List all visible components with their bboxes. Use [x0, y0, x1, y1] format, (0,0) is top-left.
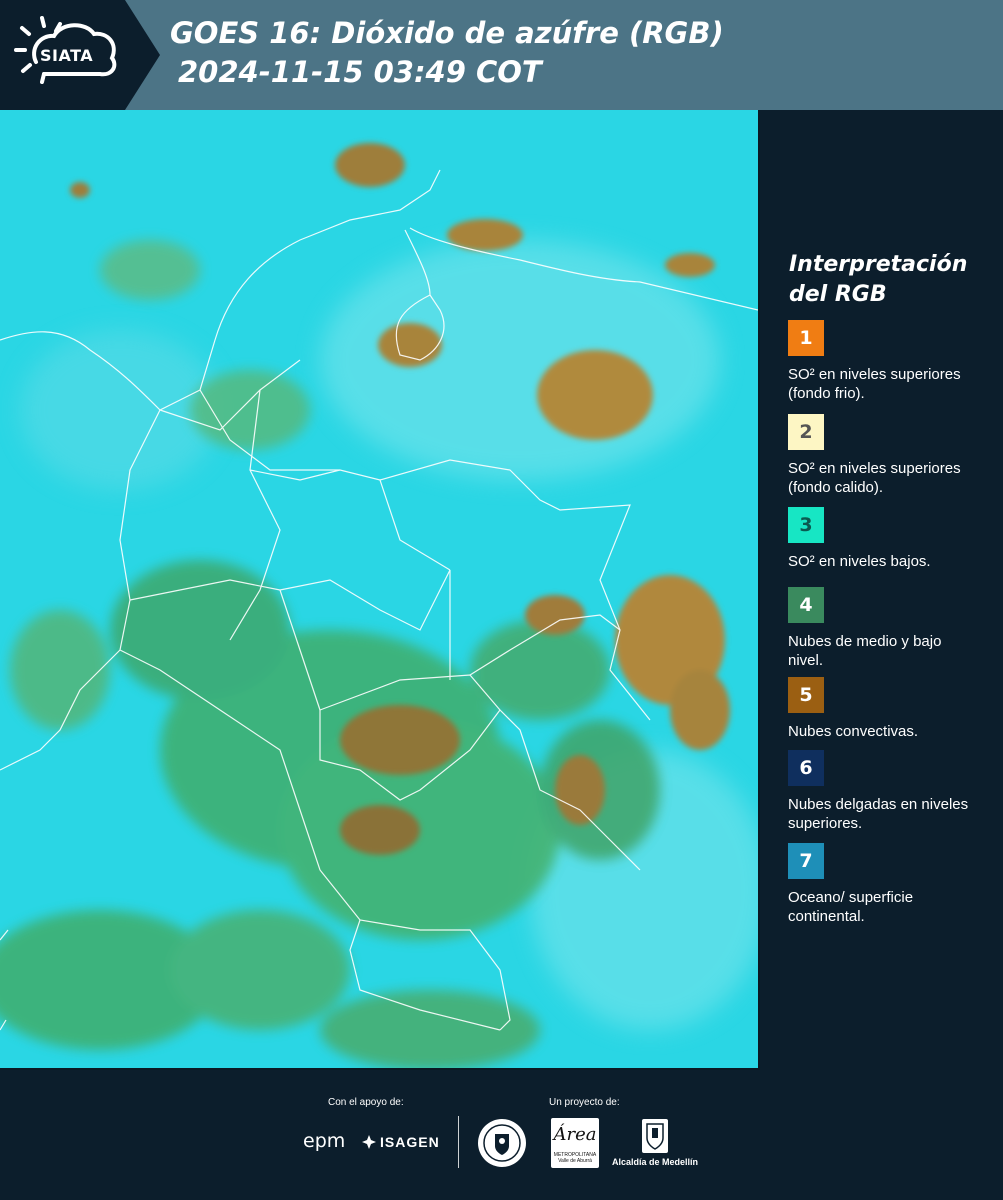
legend-title-line2: del RGB: [789, 282, 887, 307]
legend-label: SO² en niveles superiores (fondo calido)…: [788, 460, 961, 496]
legend-swatch: 3: [788, 507, 824, 543]
legend-swatch: 5: [788, 677, 824, 713]
legend-swatch: 4: [788, 587, 824, 623]
project-label: Un proyecto de:: [549, 1097, 620, 1108]
alcaldia-shield-icon: [642, 1119, 668, 1153]
satellite-map: [0, 110, 760, 1070]
legend-item: 7 Oceano/ superficie continental.: [788, 843, 993, 926]
legend-label: Nubes de medio y bajo nivel.: [788, 633, 942, 669]
legend-label: Nubes delgadas en niveles superiores.: [788, 796, 969, 832]
legend-label: SO² en niveles bajos.: [788, 553, 931, 570]
medellin-seal-icon: [478, 1119, 526, 1167]
page-title: GOES 16: Dióxido de azúfre (RGB): [170, 16, 724, 50]
isagen-logo: ISAGEN: [362, 1134, 440, 1150]
area-logo-subtitle: METROPOLITANA Valle de Aburrá: [553, 1152, 597, 1164]
legend-swatch: 6: [788, 750, 824, 786]
legend-title: Interpretación del RGB: [789, 250, 989, 310]
legend-item: 2 SO² en niveles superiores (fondo calido…: [788, 414, 993, 497]
legend-label: SO² en niveles superiores (fondo frio).: [788, 366, 961, 402]
support-label: Con el apoyo de:: [328, 1097, 404, 1108]
area-logo-text: Área: [553, 1124, 597, 1145]
legend-title-line1: Interpretación: [789, 252, 968, 277]
legend-swatch: 7: [788, 843, 824, 879]
epm-logo: epm: [303, 1130, 346, 1152]
legend-item: 3 SO² en niveles bajos.: [788, 507, 993, 571]
footer-divider: [458, 1116, 459, 1168]
legend-label: Nubes convectivas.: [788, 723, 919, 740]
legend-label: Oceano/ superficie continental.: [788, 889, 914, 925]
timestamp: 2024-11-15 03:49 COT: [178, 55, 542, 89]
isagen-mark-icon: [362, 1135, 376, 1149]
alcaldia-text: Alcaldía de Medellín: [612, 1157, 699, 1167]
legend-item: 4 Nubes de medio y bajo nivel.: [788, 587, 993, 670]
legend-swatch: 1: [788, 320, 824, 356]
isagen-text: ISAGEN: [380, 1134, 440, 1150]
legend-item: 1 SO² en niveles superiores (fondo frio).: [788, 320, 993, 403]
legend-item: 5 Nubes convectivas.: [788, 677, 993, 741]
legend-item: 6 Nubes delgadas en niveles superiores.: [788, 750, 993, 833]
area-metropolitana-logo: Área METROPOLITANA Valle de Aburrá: [551, 1118, 599, 1168]
legend-swatch: 2: [788, 414, 824, 450]
logo-text: SIATA: [40, 46, 94, 65]
